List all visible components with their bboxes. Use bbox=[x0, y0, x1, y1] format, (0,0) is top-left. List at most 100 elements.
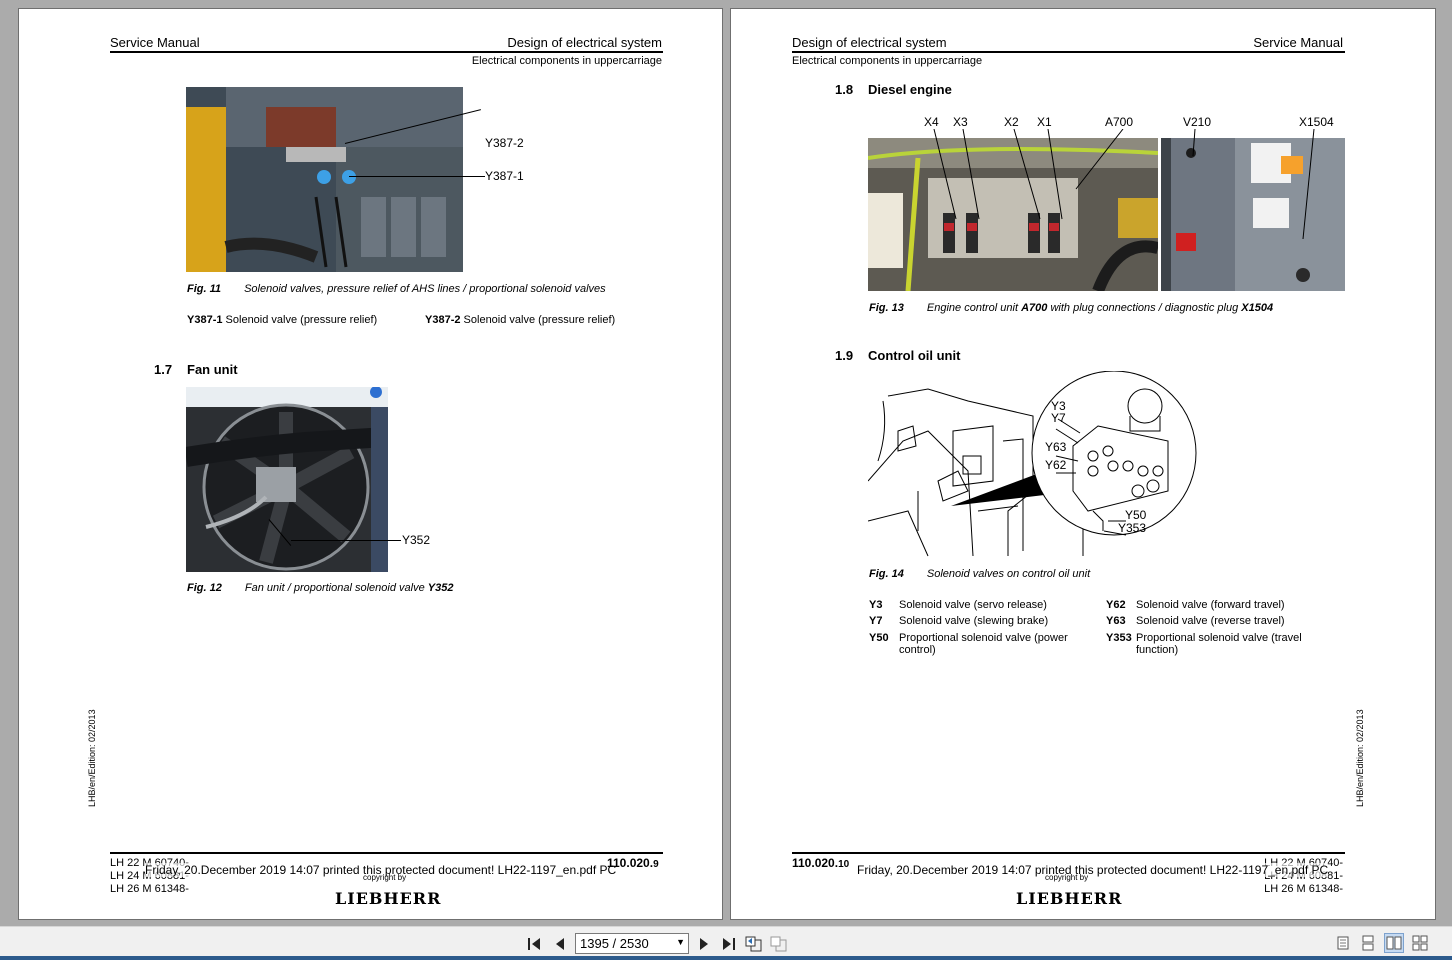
section-title: Fan unit bbox=[187, 362, 238, 377]
legend-code: Y353 bbox=[1106, 632, 1132, 644]
page-right: Design of electrical system Service Manu… bbox=[730, 8, 1436, 920]
chevron-down-icon[interactable]: ▼ bbox=[676, 937, 685, 947]
footer-rule bbox=[110, 852, 663, 854]
two-page-icon bbox=[1386, 936, 1402, 950]
fig13-caption: Fig. 13 Engine control unit A700 with pl… bbox=[869, 302, 1273, 314]
two-page-continuous-view-button[interactable] bbox=[1410, 933, 1430, 953]
header-rule bbox=[110, 51, 663, 53]
page-number: 110.020.10 bbox=[792, 856, 849, 870]
previous-page-icon bbox=[556, 938, 564, 950]
document-viewer[interactable]: Service Manual Design of electrical syst… bbox=[0, 0, 1452, 926]
section-number: 1.8 bbox=[835, 82, 854, 97]
fig11-photo bbox=[186, 87, 463, 272]
footer-rule bbox=[792, 852, 1345, 854]
fig11-callout-line-2 bbox=[349, 176, 485, 177]
legend-text: Solenoid valve (slewing brake) bbox=[899, 615, 1049, 627]
next-page-button[interactable] bbox=[695, 935, 713, 953]
fig13-callout-x2: X2 bbox=[1004, 115, 1019, 129]
fig13-caption-c: with plug connections / diagnostic plug bbox=[1050, 302, 1239, 314]
fig11-legend-item-2: Y387-2 Solenoid valve (pressure relief) bbox=[425, 314, 615, 326]
fig14-legend-item-5: Y50 Proportional solenoid valve (power co… bbox=[869, 632, 1074, 656]
single-page-icon bbox=[1337, 936, 1349, 950]
fig12-caption-bold: Y352 bbox=[427, 582, 454, 594]
printed-notice: Friday, 20.December 2019 14:07 printed t… bbox=[857, 863, 1329, 877]
fig14-caption-text: Solenoid valves on control oil unit bbox=[926, 568, 1091, 580]
legend-code: Y387-1 bbox=[187, 314, 223, 326]
fig11-label: Fig. 11 bbox=[187, 283, 222, 295]
go-back-view-button[interactable] bbox=[745, 935, 763, 953]
fig13-callout-a700: A700 bbox=[1105, 115, 1134, 129]
fig14-callout-y63: Y63 bbox=[1045, 440, 1067, 454]
fig14-legend-item-3: Y7 Solenoid valve (slewing brake) bbox=[869, 615, 1089, 627]
legend-code: Y63 bbox=[1106, 615, 1126, 627]
continuous-page-icon bbox=[1362, 935, 1374, 951]
fig13-label: Fig. 13 bbox=[869, 302, 904, 314]
fig14-callout-y62: Y62 bbox=[1045, 458, 1067, 472]
fig14-callout-y353: Y353 bbox=[1118, 521, 1147, 535]
section-number: 1.7 bbox=[154, 362, 173, 377]
fig14-legend-item-2: Y62 Solenoid valve (forward travel) bbox=[1106, 599, 1326, 611]
legend-text: Solenoid valve (forward travel) bbox=[1136, 599, 1285, 611]
two-page-continuous-icon bbox=[1412, 935, 1428, 951]
two-page-view-button[interactable] bbox=[1384, 933, 1404, 953]
fig11-legend-item-1: Y387-1 Solenoid valve (pressure relief) bbox=[187, 314, 377, 326]
legend-code: Y7 bbox=[869, 615, 883, 627]
copyright-text: copyright by bbox=[363, 873, 407, 882]
header-left-text: Service Manual bbox=[110, 35, 200, 50]
fig13-callout-x1504: X1504 bbox=[1299, 115, 1334, 129]
continuous-view-button[interactable] bbox=[1358, 933, 1378, 953]
legend-code: Y3 bbox=[869, 599, 883, 611]
fig13-callout-x3: X3 bbox=[953, 115, 968, 129]
first-page-icon bbox=[528, 938, 540, 950]
section-number: 1.9 bbox=[835, 348, 854, 363]
fig13-caption-b2: X1504 bbox=[1241, 302, 1274, 314]
single-page-view-button[interactable] bbox=[1333, 933, 1353, 953]
page-left: Service Manual Design of electrical syst… bbox=[18, 8, 723, 920]
fig11-callout-y387-1: Y387-1 bbox=[485, 169, 524, 183]
fig14-callout-y7: Y7 bbox=[1051, 411, 1066, 425]
fig13-callout-lines bbox=[933, 129, 1315, 239]
next-page-icon bbox=[700, 938, 708, 950]
last-page-button[interactable] bbox=[719, 935, 737, 953]
fig11-caption-text: Solenoid valves, pressure relief of AHS … bbox=[244, 283, 606, 295]
legend-text: Proportional solenoid valve (travel func… bbox=[1136, 632, 1302, 656]
side-edition-text: LHB/en/Edition: 02/2013 bbox=[87, 709, 97, 807]
footer-model-line: LH 26 M 61348- bbox=[1264, 883, 1343, 895]
fig14-caption: Fig. 14 Solenoid valves on control oil u… bbox=[869, 568, 1090, 580]
window-bottom-border bbox=[0, 956, 1452, 960]
first-page-button[interactable] bbox=[526, 935, 544, 953]
fig14-legend-item-1: Y3 Solenoid valve (servo release) bbox=[869, 599, 1089, 611]
fig11-caption: Fig. 11 Solenoid valves, pressure relief… bbox=[187, 283, 606, 295]
fig12-caption-text: Fan unit / proportional solenoid valve bbox=[244, 582, 425, 594]
page-number-main: 110.020. bbox=[792, 856, 839, 870]
page-number-field[interactable]: 1395 / 2530 ▼ bbox=[575, 933, 689, 954]
fig13-callout-x4: X4 bbox=[924, 115, 939, 129]
legend-text: Solenoid valve (reverse travel) bbox=[1136, 615, 1285, 627]
header-left-text: Design of electrical system bbox=[792, 35, 947, 50]
section-title: Diesel engine bbox=[868, 82, 952, 97]
back-view-icon bbox=[745, 936, 762, 952]
fig13-caption-b1: A700 bbox=[1021, 302, 1048, 314]
header-right-text: Design of electrical system bbox=[507, 35, 662, 50]
side-edition-text: LHB/en/Edition: 02/2013 bbox=[1355, 709, 1365, 807]
fig14-callout-y50: Y50 bbox=[1125, 508, 1147, 522]
header-rule bbox=[792, 51, 1345, 53]
legend-code: Y50 bbox=[869, 632, 889, 644]
page-number: 110.020.9 bbox=[607, 856, 659, 870]
header-right-text: Service Manual bbox=[1253, 35, 1343, 50]
header-subtitle: Electrical components in uppercarriage bbox=[792, 55, 983, 67]
legend-code: Y387-2 bbox=[425, 314, 461, 326]
fig14-legend-item-6: Y353 Proportional solenoid valve (travel … bbox=[1106, 632, 1316, 656]
fig14-label: Fig. 14 bbox=[869, 568, 904, 580]
forward-view-icon bbox=[770, 936, 787, 952]
legend-text: Solenoid valve (servo release) bbox=[899, 599, 1047, 611]
fig14-drawing bbox=[868, 371, 1197, 557]
fig12-label: Fig. 12 bbox=[187, 582, 222, 594]
legend-code: Y62 bbox=[1106, 599, 1126, 611]
previous-page-button[interactable] bbox=[551, 935, 569, 953]
fig11-callout-y387-2: Y387-2 bbox=[485, 136, 524, 150]
page-number-main: 110.020. bbox=[607, 856, 654, 870]
go-forward-view-button[interactable] bbox=[770, 935, 788, 953]
fig12-callout-line-b bbox=[291, 540, 401, 541]
fig12-caption: Fig. 12 Fan unit / proportional solenoid… bbox=[187, 582, 453, 594]
